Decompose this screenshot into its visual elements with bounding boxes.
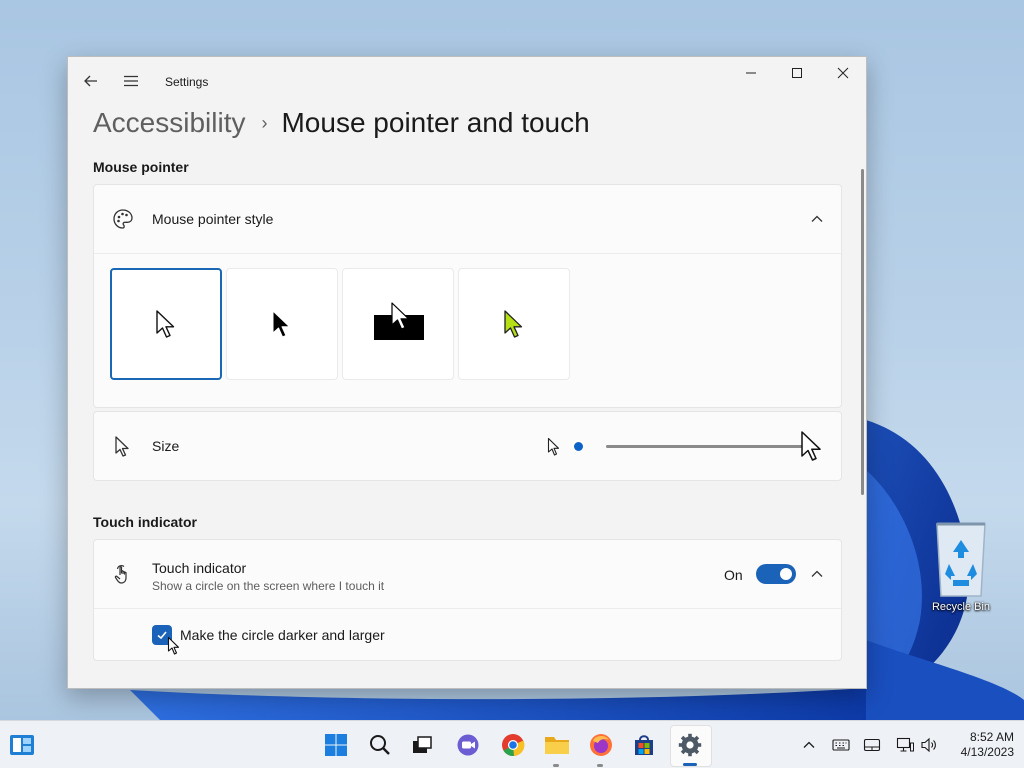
breadcrumb-accessibility-link[interactable]: Accessibility xyxy=(93,107,245,139)
touch-keyboard-button[interactable] xyxy=(831,735,851,755)
inverted-cursor-icon xyxy=(374,302,424,340)
touch-indicator-header[interactable]: Touch indicator Show a circle on the scr… xyxy=(94,540,841,608)
white-cursor-icon xyxy=(156,310,175,338)
minimize-button[interactable] xyxy=(728,57,774,89)
pointer-style-black[interactable] xyxy=(226,268,338,380)
network-button[interactable] xyxy=(895,735,915,755)
mouse-pointer-style-label: Mouse pointer style xyxy=(152,211,274,227)
chrome-icon xyxy=(502,734,525,757)
chevron-up-icon xyxy=(803,741,815,748)
touch-hand-icon xyxy=(114,564,127,584)
close-button[interactable] xyxy=(820,57,866,89)
size-label: Size xyxy=(152,438,180,454)
running-indicator xyxy=(597,764,603,767)
running-indicator xyxy=(553,764,559,767)
search-icon xyxy=(370,735,390,755)
touch-indicator-toggle[interactable] xyxy=(756,564,796,584)
touch-indicator-card: Touch indicator Show a circle on the scr… xyxy=(93,539,842,661)
clock-time: 8:52 AM xyxy=(969,730,1014,744)
widgets-icon xyxy=(10,735,34,755)
large-cursor-icon xyxy=(801,431,821,461)
keyboard-icon xyxy=(832,739,850,751)
file-explorer-button[interactable] xyxy=(543,731,571,759)
chevron-up-icon[interactable] xyxy=(809,211,825,227)
pointer-size-icon xyxy=(115,436,129,457)
task-view-icon xyxy=(413,736,432,753)
maximize-button[interactable] xyxy=(774,57,820,89)
back-button[interactable] xyxy=(76,67,106,95)
touch-indicator-section-title: Touch indicator xyxy=(93,514,197,530)
breadcrumb: Accessibility › Mouse pointer and touch xyxy=(93,103,590,143)
chrome-button[interactable] xyxy=(499,731,527,759)
teams-chat-icon xyxy=(457,734,479,756)
store-button[interactable] xyxy=(630,731,658,759)
settings-window: Settings Accessibility › Mouse pointer a… xyxy=(67,56,867,689)
mouse-pointer-style-header[interactable]: Mouse pointer style xyxy=(94,185,841,253)
settings-gear-icon xyxy=(678,733,702,757)
hamburger-icon xyxy=(124,75,138,87)
settings-taskbar-button[interactable] xyxy=(676,731,704,759)
search-button[interactable] xyxy=(366,731,394,759)
show-hidden-icons-button[interactable] xyxy=(799,735,819,755)
mouse-pointer-style-card: Mouse pointer style xyxy=(93,184,842,408)
page-title: Mouse pointer and touch xyxy=(281,107,590,138)
minimize-icon xyxy=(746,72,756,74)
teams-chat-button[interactable] xyxy=(454,731,482,759)
size-slider-thumb[interactable] xyxy=(572,440,584,452)
touchpad-icon xyxy=(863,738,881,752)
store-icon xyxy=(635,735,653,755)
firefox-button[interactable] xyxy=(587,731,615,759)
maximize-icon xyxy=(792,68,802,78)
mouse-cursor-icon xyxy=(167,636,180,655)
file-explorer-icon xyxy=(545,737,569,754)
touchpad-button[interactable] xyxy=(862,735,882,755)
pointer-style-options xyxy=(94,253,841,408)
taskbar: 8:52 AM 4/13/2023 xyxy=(0,720,1024,768)
network-icon xyxy=(896,737,914,752)
size-slider-track[interactable] xyxy=(606,445,816,448)
chevron-up-icon[interactable] xyxy=(809,566,825,582)
darker-circle-label[interactable]: Make the circle darker and larger xyxy=(180,627,385,643)
darker-circle-row: Make the circle darker and larger xyxy=(94,608,841,661)
active-app-indicator xyxy=(683,763,697,766)
firefox-icon xyxy=(590,734,612,756)
touch-indicator-toggle-state: On xyxy=(724,567,743,583)
app-title: Settings xyxy=(165,75,209,89)
palette-icon xyxy=(113,209,133,229)
touch-indicator-description: Show a circle on the screen where I touc… xyxy=(152,579,385,593)
pointer-style-inverted[interactable] xyxy=(342,268,454,380)
nav-menu-button[interactable] xyxy=(116,67,146,95)
title-bar: Settings xyxy=(68,57,866,105)
pointer-style-white[interactable] xyxy=(110,268,222,380)
size-card: Size xyxy=(93,411,842,481)
recycle-bin[interactable]: Recycle Bin xyxy=(922,518,1000,613)
task-view-button[interactable] xyxy=(408,731,436,759)
back-arrow-icon xyxy=(84,75,97,87)
pointer-style-custom[interactable] xyxy=(458,268,570,380)
volume-button[interactable] xyxy=(919,735,939,755)
breadcrumb-chevron-icon: › xyxy=(261,112,268,133)
close-icon xyxy=(837,67,849,79)
taskbar-clock[interactable]: 8:52 AM 4/13/2023 xyxy=(944,730,1014,760)
recycle-bin-label: Recycle Bin xyxy=(931,601,991,613)
widgets-button[interactable] xyxy=(8,731,36,759)
touch-indicator-label: Touch indicator xyxy=(152,560,247,576)
vertical-scrollbar[interactable] xyxy=(861,169,864,495)
recycle-bin-icon xyxy=(936,522,986,597)
small-cursor-icon xyxy=(547,437,560,456)
black-cursor-icon xyxy=(272,310,290,338)
lime-cursor-icon xyxy=(504,310,523,338)
volume-icon xyxy=(921,737,936,753)
clock-date: 4/13/2023 xyxy=(960,745,1014,759)
start-button[interactable] xyxy=(322,731,350,759)
mouse-pointer-section-title: Mouse pointer xyxy=(93,159,189,175)
start-icon xyxy=(325,734,347,756)
